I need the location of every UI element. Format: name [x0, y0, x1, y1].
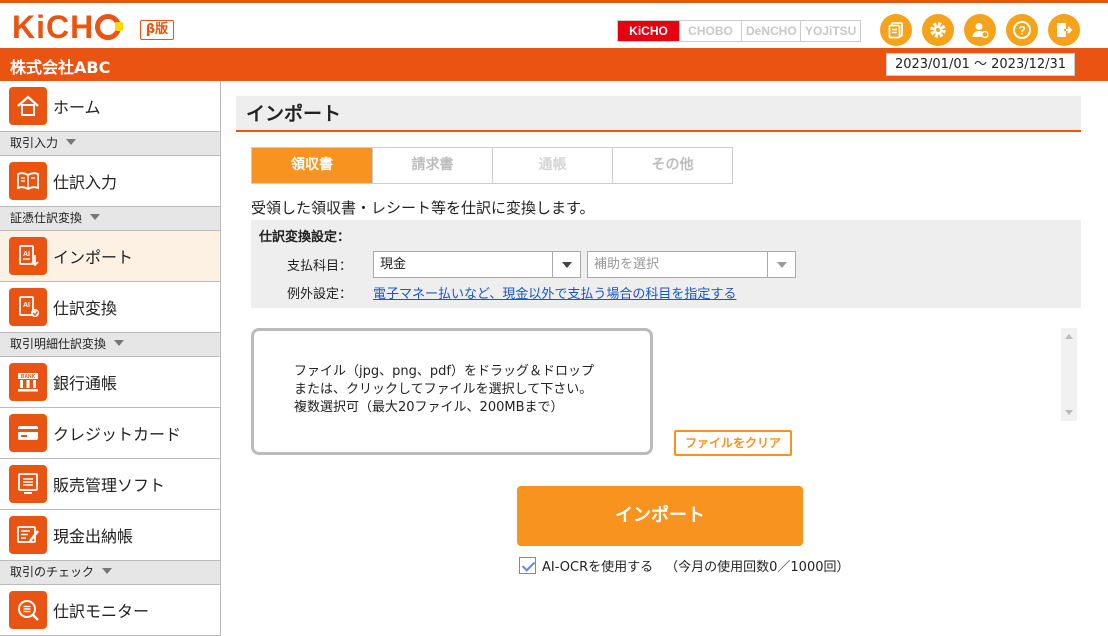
sidebar-section-voucher[interactable]: 証憑仕訳変換: [0, 207, 220, 231]
sidebar-item-home[interactable]: ホーム: [0, 81, 220, 132]
sidebar-section-statement[interactable]: 取引明細仕訳変換: [0, 333, 220, 357]
book-icon: [9, 162, 47, 200]
import-button[interactable]: インポート: [517, 486, 803, 546]
company-name: 株式会社ABC: [10, 58, 111, 77]
home-icon: [9, 87, 47, 125]
monitor-list-icon: [9, 465, 47, 503]
product-dencho[interactable]: DeNCHO: [741, 21, 800, 41]
product-yojitsu[interactable]: YOJiTSU: [800, 21, 860, 41]
exception-label: 例外設定：: [287, 287, 353, 302]
sidebar-item-sales-software[interactable]: 販売管理ソフト: [0, 459, 220, 510]
exception-setting-link[interactable]: 電子マネー払いなど、現金以外で支払う場合の科目を指定する: [373, 283, 736, 302]
ai-ocr-usage-count: （今月の使用回数0／1000回）: [665, 560, 850, 575]
product-kicho[interactable]: KiCHO: [618, 21, 679, 41]
sidebar-item-label: 銀行通帳: [53, 374, 118, 393]
bank-icon: BANK: [9, 363, 47, 401]
page-title: インポート: [236, 96, 1081, 132]
file-list-scrollbar[interactable]: [1061, 328, 1077, 421]
section-title: 取引明細仕訳変換: [10, 337, 107, 351]
chevron-down-icon: [66, 139, 77, 145]
sidebar-item-journal-convert[interactable]: AI 仕訳変換: [0, 282, 220, 333]
scroll-down-icon[interactable]: [1065, 410, 1073, 415]
settings-title: 仕訳変換設定：: [259, 230, 351, 245]
clear-files-button[interactable]: ファイルをクリア: [674, 430, 792, 456]
help-icon[interactable]: ?: [1006, 14, 1038, 46]
sidebar-item-label: ホーム: [53, 98, 101, 117]
scroll-up-icon[interactable]: [1065, 334, 1073, 339]
conversion-settings-panel: 仕訳変換設定： 支払科目： 現金 補助を選択 例外設定： 電子マネー払いなど、現…: [251, 220, 1081, 308]
page-description: 受領した領収書・レシート等を仕訳に変換します。: [251, 199, 595, 217]
payment-account-value: 現金: [380, 257, 407, 272]
kicho-logo[interactable]: KiCH: [12, 9, 124, 45]
tab-passbook[interactable]: 通帳: [492, 148, 612, 183]
dropzone-text-1: ファイル（jpg、png、pdf）をドラッグ＆ドロップ: [294, 364, 594, 379]
sub-account-select[interactable]: 補助を選択: [587, 251, 796, 278]
sidebar-item-journal-monitor[interactable]: 仕訳モニター: [0, 585, 220, 636]
sidebar-item-cash-book[interactable]: 現金出納帳: [0, 510, 220, 561]
ai-ocr-option: AI-OCRを使用する （今月の使用回数0／1000回）: [519, 556, 849, 575]
svg-text:?: ?: [1018, 24, 1025, 38]
tab-other[interactable]: その他: [612, 148, 732, 183]
svg-text:AI: AI: [23, 251, 30, 258]
fiscal-period[interactable]: 2023/01/01 ～ 2023/12/31: [886, 53, 1075, 76]
sidebar-item-label: インポート: [53, 248, 134, 267]
convert-icon: AI: [9, 288, 47, 326]
chevron-down-icon: [102, 568, 113, 574]
company-bar: 株式会社ABC 2023/01/01 ～ 2023/12/31: [0, 48, 1108, 81]
section-title: 取引入力: [10, 136, 59, 150]
sidebar-item-credit-card[interactable]: クレジットカード: [0, 408, 220, 459]
sidebar-section-check[interactable]: 取引のチェック: [0, 561, 220, 585]
payment-account-select[interactable]: 現金: [373, 251, 581, 278]
chevron-down-icon: [767, 252, 795, 277]
svg-text:BANK: BANK: [21, 374, 36, 380]
dropzone-text-3: 複数選択可（最大20ファイル、200MBまで）: [294, 400, 564, 415]
beta-badge: β版: [140, 20, 174, 40]
sidebar-item-label: 仕訳モニター: [53, 602, 150, 621]
top-bar: KiCH β版 KiCHO CHOBO DeNCHO YOJiTSU ?: [0, 0, 1108, 48]
section-title: 取引のチェック: [10, 565, 95, 579]
sidebar-item-journal-entry[interactable]: 仕訳入力: [0, 156, 220, 207]
product-chobo[interactable]: CHOBO: [679, 21, 741, 41]
logout-icon[interactable]: [1048, 14, 1080, 46]
sidebar-item-bank-book[interactable]: BANK 銀行通帳: [0, 357, 220, 408]
user-settings-icon[interactable]: [964, 14, 996, 46]
payment-account-label: 支払科目：: [287, 259, 353, 274]
sub-account-placeholder: 補助を選択: [594, 257, 660, 272]
sidebar-item-import[interactable]: AI インポート: [0, 231, 220, 282]
cash-book-icon: [9, 516, 47, 554]
magnifier-list-icon: [9, 591, 47, 629]
main-content: インポート 領収書 請求書 通帳 その他 受領した領収書・レシート等を仕訳に変換…: [236, 96, 1081, 626]
chevron-down-icon: [114, 340, 125, 346]
file-dropzone[interactable]: ファイル（jpg、png、pdf）をドラッグ＆ドロップ または、クリックしてファ…: [251, 328, 653, 455]
sidebar-item-label: 仕訳変換: [53, 299, 118, 318]
document-icon[interactable]: [880, 14, 912, 46]
chevron-down-icon: [90, 214, 101, 220]
section-title: 証憑仕訳変換: [10, 211, 83, 225]
dropzone-text-2: または、クリックしてファイルを選択して下さい。: [294, 382, 593, 397]
tab-invoice[interactable]: 請求書: [372, 148, 492, 183]
sidebar: ホーム 取引入力 仕訳入力 証憑仕訳変換 AI インポート AI 仕訳変換 取引…: [0, 81, 221, 636]
ai-ocr-checkbox[interactable]: [519, 557, 536, 574]
import-icon: AI: [9, 237, 47, 275]
svg-text:AI: AI: [23, 302, 30, 309]
tab-receipt[interactable]: 領収書: [252, 148, 372, 183]
chevron-down-icon: [552, 252, 580, 277]
sidebar-item-label: 販売管理ソフト: [53, 476, 166, 495]
sidebar-item-label: 現金出納帳: [53, 527, 134, 546]
product-switcher: KiCHO CHOBO DeNCHO YOJiTSU: [617, 20, 861, 42]
gear-icon[interactable]: [922, 14, 954, 46]
sidebar-item-label: クレジットカード: [53, 425, 182, 444]
ai-ocr-label[interactable]: AI-OCRを使用する: [542, 556, 653, 575]
credit-card-icon: [9, 414, 47, 452]
sidebar-item-label: 仕訳入力: [53, 173, 118, 192]
document-type-tabs: 領収書 請求書 通帳 その他: [251, 147, 733, 184]
sidebar-section-entry[interactable]: 取引入力: [0, 132, 220, 156]
header-icons: ?: [880, 14, 1080, 46]
